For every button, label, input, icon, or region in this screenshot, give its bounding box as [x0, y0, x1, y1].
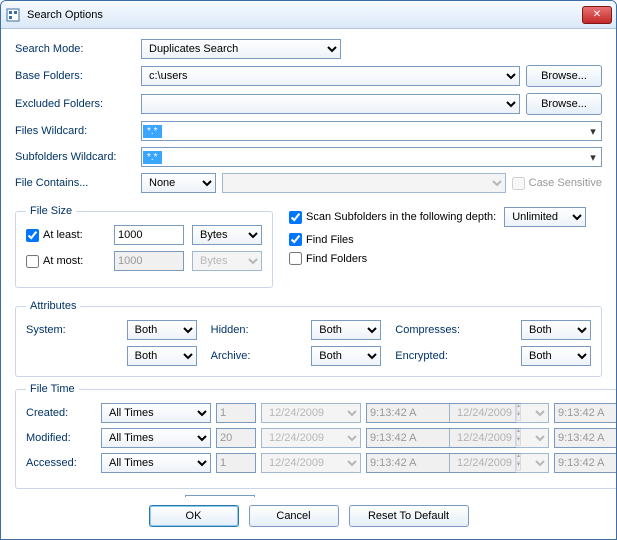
- reset-button[interactable]: Reset To Default: [349, 505, 469, 527]
- system-label: System:: [26, 324, 113, 336]
- excluded-folders-label: Excluded Folders:: [15, 98, 135, 110]
- ok-button[interactable]: OK: [149, 505, 239, 527]
- at-least-unit-select[interactable]: Bytes: [192, 225, 262, 245]
- compresses-select[interactable]: Both: [521, 320, 591, 340]
- at-least-input[interactable]: [114, 225, 184, 245]
- search-mode-label: Search Mode:: [15, 43, 135, 55]
- titlebar-text: Search Options: [27, 9, 582, 21]
- accessed-mode-select[interactable]: All Times: [101, 453, 211, 473]
- wildcard-tag: *.*: [143, 151, 162, 164]
- files-wildcard-input[interactable]: *.* ▾: [141, 121, 602, 141]
- subfolders-wildcard-label: Subfolders Wildcard:: [15, 151, 135, 163]
- extra-attr-select[interactable]: Both: [127, 346, 197, 366]
- app-icon: [5, 7, 21, 23]
- file-time-group: File Time Created: All Times 12/24/2009 …: [15, 383, 616, 489]
- find-files-checkbox[interactable]: [289, 233, 302, 246]
- search-mode-select[interactable]: Duplicates Search: [141, 39, 341, 59]
- find-folders-checkbox[interactable]: [289, 252, 302, 265]
- created-n-input[interactable]: [216, 403, 256, 423]
- at-most-checkbox[interactable]: [26, 255, 39, 268]
- archive-label: Archive:: [211, 350, 298, 362]
- base-folders-label: Base Folders:: [15, 70, 135, 82]
- scan-subfolders-label: Scan Subfolders in the following depth:: [306, 211, 496, 223]
- dialog-content: Search Mode: Duplicates Search Base Fold…: [1, 29, 616, 497]
- encrypted-select[interactable]: Both: [521, 346, 591, 366]
- close-button[interactable]: ✕: [582, 6, 612, 24]
- case-sensitive-text: Case Sensitive: [529, 177, 602, 189]
- browse-excluded-button[interactable]: Browse...: [526, 93, 602, 115]
- file-size-group: File Size At least: Bytes At most: By: [15, 205, 273, 288]
- compresses-label: Compresses:: [395, 324, 507, 336]
- at-most-label: At most:: [43, 255, 83, 267]
- accessed-label: Accessed:: [26, 457, 96, 469]
- chevron-down-icon[interactable]: ▾: [585, 151, 601, 164]
- cancel-button[interactable]: Cancel: [249, 505, 339, 527]
- find-files-label: Find Files: [306, 234, 354, 246]
- at-least-wrap: At least:: [26, 229, 106, 242]
- base-folders-select[interactable]: c:\users: [141, 66, 520, 86]
- excluded-folders-select[interactable]: [141, 94, 520, 114]
- titlebar: Search Options ✕: [1, 1, 616, 29]
- at-most-input[interactable]: [114, 251, 184, 271]
- subfolders-wildcard-input[interactable]: *.* ▾: [141, 147, 602, 167]
- wildcard-tag: *.*: [143, 125, 162, 138]
- at-most-wrap: At most:: [26, 255, 106, 268]
- hidden-select[interactable]: Both: [311, 320, 381, 340]
- modified-date2-select[interactable]: 12/24/2009: [449, 428, 549, 448]
- case-sensitive-checkbox[interactable]: [512, 177, 525, 190]
- system-select[interactable]: Both: [127, 320, 197, 340]
- search-options-dialog: Search Options ✕ Search Mode: Duplicates…: [0, 0, 617, 540]
- scan-options: Scan Subfolders in the following depth: …: [289, 199, 602, 294]
- attributes-group: Attributes System: Both Hidden: Both Com…: [15, 300, 602, 377]
- find-files-wrap: Find Files: [289, 233, 354, 246]
- accessed-date2-select[interactable]: 12/24/2009: [449, 453, 549, 473]
- created-date1-select[interactable]: 12/24/2009: [261, 403, 361, 423]
- dialog-footer: OK Cancel Reset To Default: [1, 497, 616, 539]
- at-least-checkbox[interactable]: [26, 229, 39, 242]
- accessed-n-input[interactable]: [216, 453, 256, 473]
- attributes-legend: Attributes: [26, 300, 80, 312]
- hidden-label: Hidden:: [211, 324, 298, 336]
- chevron-down-icon[interactable]: ▾: [585, 125, 601, 138]
- file-size-legend: File Size: [26, 205, 76, 217]
- find-folders-wrap: Find Folders: [289, 252, 367, 265]
- created-date2-select[interactable]: 12/24/2009: [449, 403, 549, 423]
- at-least-label: At least:: [43, 229, 83, 241]
- depth-select[interactable]: Unlimited: [504, 207, 586, 227]
- modified-time2-input[interactable]: [554, 428, 616, 448]
- encrypted-label: Encrypted:: [395, 350, 507, 362]
- accessed-time2-input[interactable]: [554, 453, 616, 473]
- files-wildcard-label: Files Wildcard:: [15, 125, 135, 137]
- file-contains-text-select[interactable]: [222, 173, 506, 193]
- file-contains-mode-select[interactable]: None: [141, 173, 216, 193]
- browse-base-button[interactable]: Browse...: [526, 65, 602, 87]
- accessed-date1-select[interactable]: 12/24/2009: [261, 453, 361, 473]
- scan-subfolders-checkbox[interactable]: [289, 211, 302, 224]
- modified-label: Modified:: [26, 432, 96, 444]
- file-time-legend: File Time: [26, 383, 79, 395]
- archive-select[interactable]: Both: [311, 346, 381, 366]
- created-mode-select[interactable]: All Times: [101, 403, 211, 423]
- scan-subfolders-wrap: Scan Subfolders in the following depth:: [289, 211, 496, 224]
- file-contains-label: File Contains...: [15, 177, 135, 189]
- close-icon: ✕: [593, 9, 601, 20]
- modified-date1-select[interactable]: 12/24/2009: [261, 428, 361, 448]
- at-most-unit-select[interactable]: Bytes: [192, 251, 262, 271]
- find-folders-label: Find Folders: [306, 253, 367, 265]
- modified-mode-select[interactable]: All Times: [101, 428, 211, 448]
- created-label: Created:: [26, 407, 96, 419]
- created-time2-input[interactable]: [554, 403, 616, 423]
- case-sensitive-wrap: Case Sensitive: [512, 177, 602, 190]
- modified-n-input[interactable]: [216, 428, 256, 448]
